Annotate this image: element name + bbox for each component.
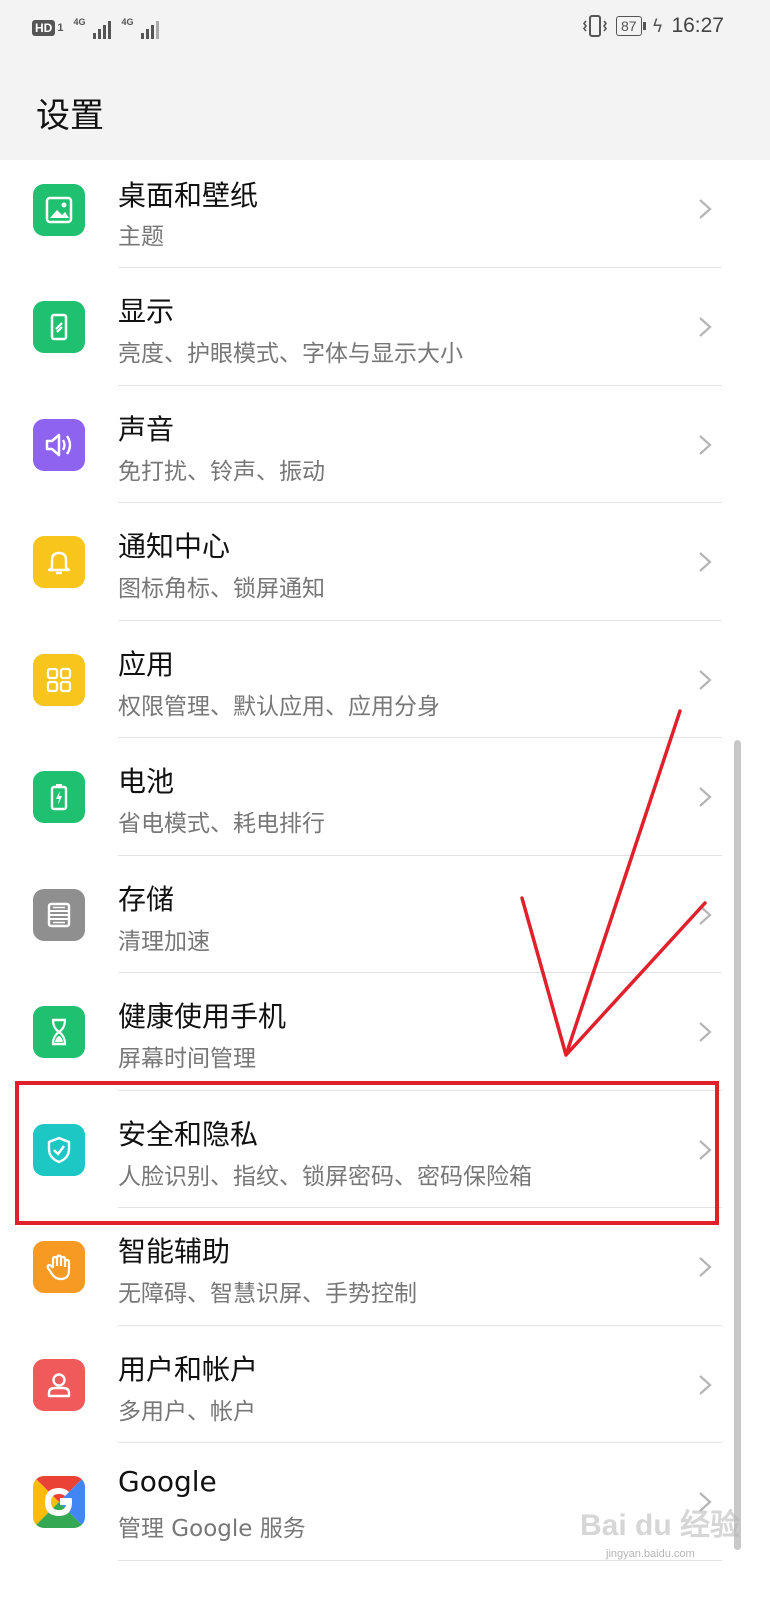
vibrate-icon bbox=[582, 15, 608, 37]
signal-icon: 4G bbox=[73, 17, 112, 39]
settings-item-subtitle: 屏幕时间管理 bbox=[118, 1046, 256, 1072]
settings-item-title: 健康使用手机 bbox=[118, 1000, 287, 1033]
status-bar: HD 1 4G 4G 87 ϟ 16:27 bbox=[0, 0, 770, 60]
settings-item-subtitle: 亮度、护眼模式、字体与显示大小 bbox=[118, 341, 463, 367]
settings-list[interactable]: 桌面和壁纸 主题 显示 亮度、护眼模式、字体与显示大小 声音 免打扰、铃声、振动… bbox=[0, 160, 770, 1561]
wallpaper-icon bbox=[33, 184, 85, 236]
chevron-right-icon bbox=[699, 669, 712, 690]
status-right: 87 ϟ 16:27 bbox=[582, 14, 724, 38]
network-type-label: 4G bbox=[121, 17, 134, 27]
settings-item-title: 声音 bbox=[118, 412, 175, 446]
shield-icon bbox=[33, 1123, 85, 1176]
settings-item-subtitle: 清理加速 bbox=[118, 928, 210, 955]
settings-item-subtitle: 权限管理、默认应用、应用分身 bbox=[118, 693, 440, 720]
status-left: HD 1 4G 4G bbox=[32, 17, 160, 39]
page-title: 设置 bbox=[36, 96, 104, 136]
settings-item-title: 智能辅助 bbox=[118, 1235, 231, 1268]
settings-item-security-privacy[interactable]: 安全和隐私 人脸识别、指纹、锁屏密码、密码保险箱 bbox=[0, 1091, 770, 1208]
chevron-right-icon bbox=[699, 199, 712, 219]
hand-icon bbox=[33, 1241, 85, 1293]
settings-item-title: 应用 bbox=[118, 647, 175, 681]
sim-number: 1 bbox=[57, 22, 64, 34]
settings-item-title: 安全和隐私 bbox=[118, 1117, 259, 1151]
settings-item-storage[interactable]: 存储 清理加速 bbox=[0, 856, 770, 973]
settings-item-subtitle: 无障碍、智慧识屏、手势控制 bbox=[118, 1281, 417, 1307]
chevron-right-icon bbox=[699, 1139, 712, 1160]
speaker-icon bbox=[33, 418, 85, 471]
settings-item-sound[interactable]: 声音 免打扰、铃声、振动 bbox=[0, 386, 770, 503]
settings-item-title: Google bbox=[118, 1465, 217, 1498]
chevron-right-icon bbox=[699, 552, 712, 572]
display-icon bbox=[33, 301, 85, 353]
apps-grid-icon bbox=[33, 653, 85, 706]
settings-item-subtitle: 管理 Google 服务 bbox=[118, 1516, 306, 1542]
settings-item-title: 电池 bbox=[118, 765, 175, 798]
battery-icon: 87 bbox=[615, 16, 646, 36]
user-icon bbox=[33, 1358, 85, 1411]
settings-item-title: 显示 bbox=[118, 295, 175, 328]
scrollbar-thumb[interactable] bbox=[734, 740, 741, 1550]
settings-item-notifications[interactable]: 通知中心 图标角标、锁屏通知 bbox=[0, 503, 770, 621]
settings-item-users-accounts[interactable]: 用户和帐户 多用户、帐户 bbox=[0, 1326, 770, 1443]
settings-item-subtitle: 多用户、帐户 bbox=[118, 1398, 256, 1425]
settings-item-title: 存储 bbox=[118, 882, 175, 916]
chevron-right-icon bbox=[699, 904, 712, 925]
charging-icon: ϟ bbox=[651, 15, 664, 37]
signal-icon: 4G bbox=[121, 17, 160, 39]
settings-item-title: 桌面和壁纸 bbox=[118, 179, 259, 212]
settings-item-subtitle: 省电模式、耗电排行 bbox=[118, 811, 325, 837]
settings-item-subtitle: 图标角标、锁屏通知 bbox=[118, 576, 325, 602]
network-type-label: 4G bbox=[73, 17, 86, 27]
settings-item-subtitle: 免打扰、铃声、振动 bbox=[118, 458, 325, 485]
settings-item-display[interactable]: 显示 亮度、护眼模式、字体与显示大小 bbox=[0, 268, 770, 386]
hourglass-icon bbox=[33, 1006, 85, 1058]
storage-icon bbox=[33, 888, 85, 941]
settings-item-smart-assistance[interactable]: 智能辅助 无障碍、智慧识屏、手势控制 bbox=[0, 1208, 770, 1326]
chevron-right-icon bbox=[699, 317, 712, 337]
settings-item-apps[interactable]: 应用 权限管理、默认应用、应用分身 bbox=[0, 621, 770, 738]
settings-item-wallpaper[interactable]: 桌面和壁纸 主题 bbox=[0, 160, 770, 268]
settings-item-subtitle: 人脸识别、指纹、锁屏密码、密码保险箱 bbox=[118, 1163, 532, 1190]
hd-icon: HD bbox=[32, 20, 56, 36]
google-icon bbox=[33, 1476, 85, 1528]
chevron-right-icon bbox=[699, 1022, 712, 1042]
settings-item-battery[interactable]: 电池 省电模式、耗电排行 bbox=[0, 738, 770, 856]
chevron-right-icon bbox=[699, 787, 712, 807]
clock: 16:27 bbox=[671, 14, 724, 37]
watermark-logo: Bai du 经验 bbox=[580, 1509, 741, 1542]
chevron-right-icon bbox=[699, 1374, 712, 1395]
settings-item-title: 通知中心 bbox=[118, 530, 231, 563]
settings-item-title: 用户和帐户 bbox=[118, 1352, 259, 1386]
watermark-url: jingyan.baidu.com bbox=[606, 1548, 695, 1560]
settings-item-digital-balance[interactable]: 健康使用手机 屏幕时间管理 bbox=[0, 973, 770, 1091]
app-header: 设置 bbox=[0, 60, 770, 160]
battery-icon bbox=[33, 771, 85, 823]
chevron-right-icon bbox=[699, 434, 712, 455]
chevron-right-icon bbox=[699, 1257, 712, 1277]
bell-icon bbox=[33, 536, 85, 588]
settings-item-subtitle: 主题 bbox=[118, 224, 164, 250]
